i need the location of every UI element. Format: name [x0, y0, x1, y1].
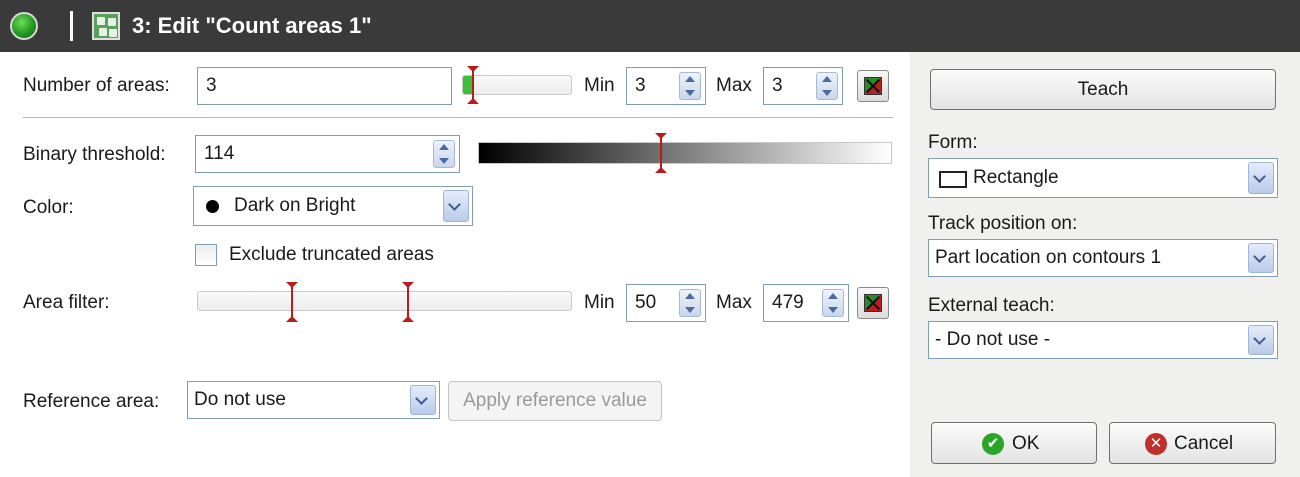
ok-button[interactable]: ✔ OK	[931, 422, 1097, 464]
form-label: Form:	[928, 132, 978, 153]
external-teach-selected: - Do not use -	[935, 329, 1051, 350]
area-filter-max-spinbox[interactable]: 479	[763, 284, 849, 322]
color-selected: Dark on Bright	[234, 195, 356, 216]
track-position-dropdown[interactable]: Part location on contours 1	[928, 239, 1278, 277]
status-indicator-icon	[10, 12, 38, 40]
reference-area-dropdown[interactable]: Do not use	[187, 381, 440, 419]
reset-icon	[864, 294, 882, 312]
area-filter-min-spinbox[interactable]: 50	[626, 284, 706, 322]
area-filter-max-marker[interactable]	[402, 282, 414, 322]
reset-icon	[864, 77, 882, 95]
teach-button[interactable]: Teach	[930, 69, 1276, 110]
section-divider	[23, 117, 893, 118]
chevron-down-icon[interactable]	[1248, 162, 1274, 194]
number-of-areas-value: 3	[206, 75, 217, 96]
area-filter-min-value: 50	[635, 292, 657, 313]
title-separator	[70, 11, 73, 41]
number-of-areas-min-label: Min	[584, 75, 615, 96]
area-filter-label: Area filter:	[23, 292, 110, 313]
area-filter-max-value: 479	[772, 292, 804, 313]
number-of-areas-label: Number of areas:	[23, 75, 170, 96]
number-of-areas-max-label: Max	[716, 75, 752, 96]
binary-threshold-value: 114	[204, 143, 235, 164]
binary-threshold-label: Binary threshold:	[23, 144, 166, 165]
track-position-label: Track position on:	[928, 213, 1078, 234]
count-areas-tool-icon	[92, 12, 120, 40]
cancel-x-icon: ✕	[1145, 433, 1167, 455]
number-of-areas-min-spinbox[interactable]: 3	[626, 67, 706, 105]
spin-arrows-icon[interactable]	[679, 72, 701, 100]
threshold-marker[interactable]	[655, 133, 667, 173]
exclude-truncated-checkbox[interactable]	[195, 244, 217, 266]
chevron-down-icon[interactable]	[410, 385, 436, 415]
spin-arrows-icon[interactable]	[816, 72, 838, 100]
title-bar: 3: Edit "Count areas 1"	[0, 0, 1300, 52]
chevron-down-icon[interactable]	[1248, 325, 1274, 355]
cancel-label: Cancel	[1174, 433, 1234, 454]
external-teach-dropdown[interactable]: - Do not use -	[928, 321, 1278, 359]
chevron-down-icon[interactable]	[443, 190, 469, 222]
color-dropdown[interactable]: Dark on Bright	[193, 186, 473, 226]
area-filter-min-label: Min	[584, 292, 615, 313]
area-filter-reset-button[interactable]	[857, 287, 889, 319]
number-of-areas-marker[interactable]	[467, 66, 479, 104]
number-of-areas-max-spinbox[interactable]: 3	[763, 67, 843, 105]
reference-area-label: Reference area:	[23, 391, 160, 412]
dark-dot-icon	[206, 200, 219, 213]
form-selected: Rectangle	[973, 167, 1059, 188]
exclude-truncated-label: Exclude truncated areas	[229, 244, 434, 265]
threshold-gradient-slider[interactable]	[478, 142, 892, 164]
number-of-areas-reset-button[interactable]	[857, 70, 889, 102]
external-teach-label: External teach:	[928, 295, 1055, 316]
reference-area-selected: Do not use	[194, 389, 286, 410]
ok-label: OK	[1012, 433, 1040, 454]
number-of-areas-max-value: 3	[772, 75, 783, 96]
checkmark-icon: ✔	[982, 433, 1004, 455]
track-position-selected: Part location on contours 1	[935, 247, 1162, 268]
area-filter-min-marker[interactable]	[286, 282, 298, 322]
spin-arrows-icon[interactable]	[433, 140, 455, 168]
number-of-areas-field[interactable]: 3	[197, 67, 452, 105]
chevron-down-icon[interactable]	[1248, 243, 1274, 273]
color-label: Color:	[23, 197, 74, 218]
number-of-areas-min-value: 3	[635, 75, 646, 96]
rectangle-icon	[939, 171, 967, 188]
spin-arrows-icon[interactable]	[822, 289, 844, 317]
window-title: 3: Edit "Count areas 1"	[132, 13, 372, 38]
area-filter-range-slider[interactable]	[197, 291, 572, 311]
form-dropdown[interactable]: Rectangle	[928, 158, 1278, 198]
apply-reference-value-button[interactable]: Apply reference value	[448, 381, 662, 421]
area-filter-max-label: Max	[716, 292, 752, 313]
cancel-button[interactable]: ✕ Cancel	[1109, 422, 1276, 464]
binary-threshold-spinbox[interactable]: 114	[195, 135, 460, 173]
spin-arrows-icon[interactable]	[679, 289, 701, 317]
